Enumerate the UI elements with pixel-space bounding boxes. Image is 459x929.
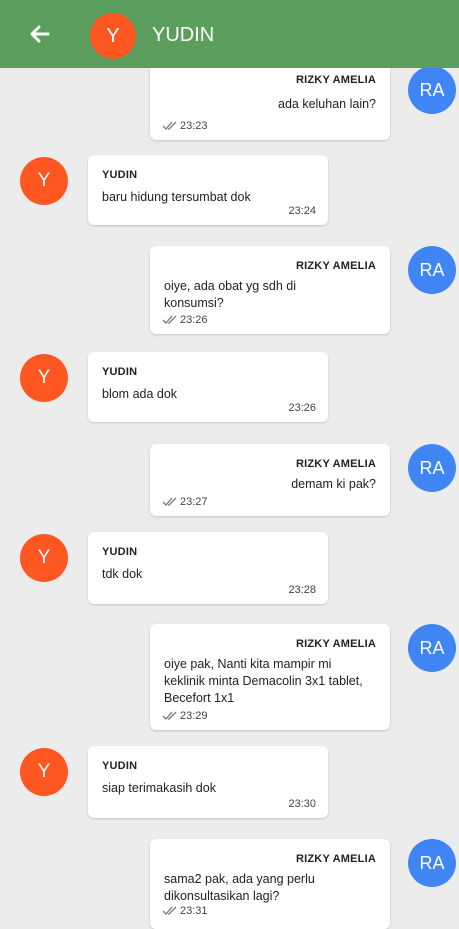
avatar[interactable]: RA xyxy=(408,66,456,114)
chat-header: Y YUDIN xyxy=(0,0,459,68)
message-time: 23:30 xyxy=(288,798,316,810)
double-check-icon xyxy=(162,711,177,720)
message-time: 23:29 xyxy=(180,710,208,722)
avatar[interactable]: Y xyxy=(20,157,68,205)
message-sender: RIZKY AMELIA xyxy=(295,260,376,272)
message-sender: RIZKY AMELIA xyxy=(295,74,376,86)
avatar[interactable]: RA xyxy=(408,444,456,492)
message-time: 23:23 xyxy=(180,120,208,132)
message-time: 23:31 xyxy=(180,905,208,917)
message-text: blom ada dok xyxy=(102,387,178,401)
message-bubble[interactable]: YUDIN blom ada dok 23:26 xyxy=(88,352,328,422)
message-time: 23:27 xyxy=(180,496,208,508)
message-text: oiye pak, Nanti kita mampir mi keklinik … xyxy=(164,657,363,705)
message-text: ada keluhan lain? xyxy=(278,97,376,111)
message-bubble[interactable]: YUDIN tdk dok 23:28 xyxy=(88,532,328,604)
message-text: baru hidung tersumbat dok xyxy=(102,190,251,204)
avatar[interactable]: Y xyxy=(20,534,68,582)
message-sender: YUDIN xyxy=(102,546,138,558)
avatar[interactable]: RA xyxy=(408,839,456,887)
contact-avatar[interactable]: Y xyxy=(90,13,136,59)
double-check-icon xyxy=(162,906,177,915)
message-time: 23:28 xyxy=(288,584,316,596)
message-text: siap terimakasih dok xyxy=(102,781,216,795)
contact-name[interactable]: YUDIN xyxy=(152,22,214,48)
message-time: 23:26 xyxy=(180,314,208,326)
message-text: tdk dok xyxy=(102,567,143,581)
message-bubble[interactable]: YUDIN siap terimakasih dok 23:30 xyxy=(88,746,328,818)
message-bubble[interactable]: RIZKY AMELIA oiye pak, Nanti kita mampir… xyxy=(150,624,390,730)
message-text: sama2 pak, ada yang perlu dikonsultasika… xyxy=(164,872,315,903)
back-arrow-icon[interactable] xyxy=(26,20,54,48)
message-bubble[interactable]: RIZKY AMELIA sama2 pak, ada yang perlu d… xyxy=(150,839,390,929)
message-bubble[interactable]: RIZKY AMELIA ada keluhan lain? 23:23 xyxy=(150,60,390,140)
message-sender: RIZKY AMELIA xyxy=(295,458,376,470)
message-bubble[interactable]: RIZKY AMELIA oiye, ada obat yg sdh di ko… xyxy=(150,246,390,334)
avatar[interactable]: RA xyxy=(408,246,456,294)
message-sender: YUDIN xyxy=(102,366,138,378)
double-check-icon xyxy=(162,121,177,130)
avatar[interactable]: Y xyxy=(20,748,68,796)
message-time: 23:26 xyxy=(288,402,316,414)
message-bubble[interactable]: RIZKY AMELIA demam ki pak? 23:27 xyxy=(150,444,390,516)
double-check-icon xyxy=(162,315,177,324)
message-bubble[interactable]: YUDIN baru hidung tersumbat dok 23:24 xyxy=(88,155,328,225)
message-sender: RIZKY AMELIA xyxy=(295,853,376,865)
chat-thread[interactable]: RIZKY AMELIA ada keluhan lain? 23:23 RA … xyxy=(0,0,459,929)
avatar[interactable]: RA xyxy=(408,624,456,672)
message-sender: YUDIN xyxy=(102,169,138,181)
message-text: demam ki pak? xyxy=(291,477,376,491)
message-sender: RIZKY AMELIA xyxy=(295,638,376,650)
avatar[interactable]: Y xyxy=(20,354,68,402)
double-check-icon xyxy=(162,497,177,506)
message-text: oiye, ada obat yg sdh di konsumsi? xyxy=(164,279,297,310)
message-sender: YUDIN xyxy=(102,760,138,772)
message-time: 23:24 xyxy=(288,205,316,217)
